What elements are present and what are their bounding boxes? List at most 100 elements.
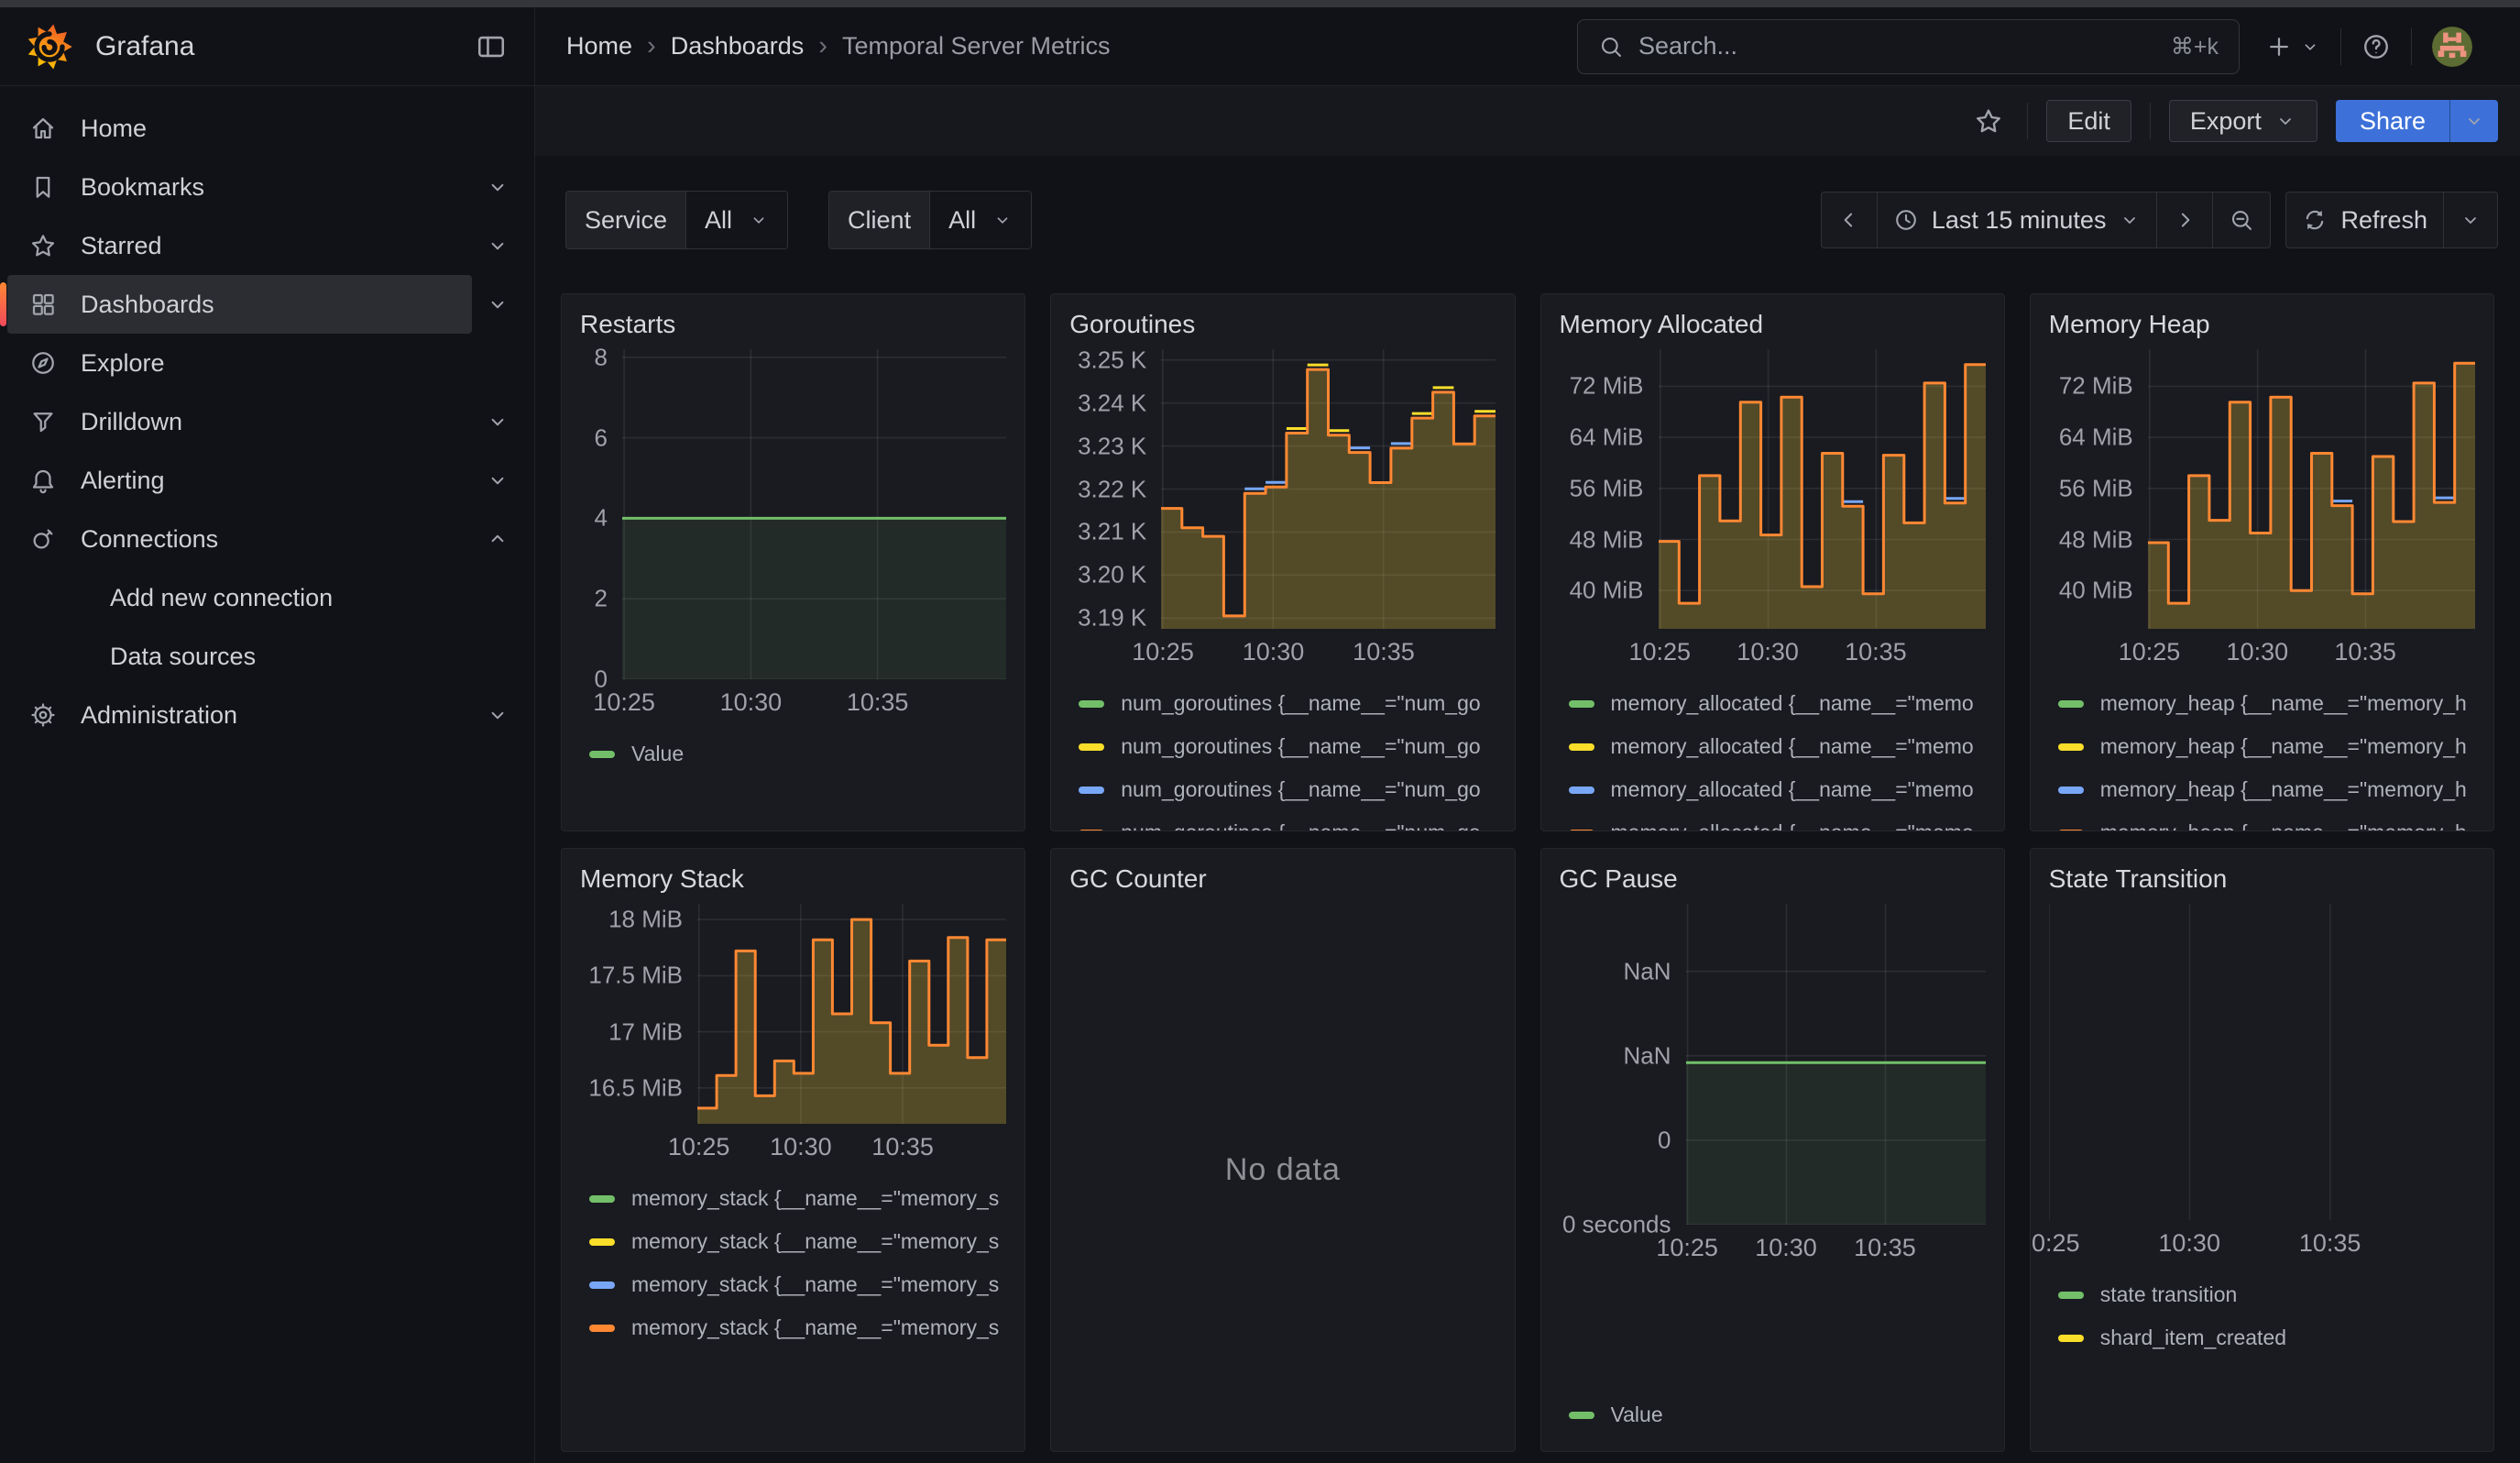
panel-title[interactable]: State Transition: [2049, 864, 2475, 895]
legend-series-label[interactable]: Value: [1611, 1402, 1663, 1427]
variable-client[interactable]: Client All: [828, 191, 1032, 249]
legend-series-label[interactable]: num_goroutines {__name__="num_go: [1121, 777, 1480, 802]
chart-plot-area[interactable]: [2148, 349, 2475, 629]
search-input[interactable]: Search... ⌘+k: [1577, 19, 2240, 74]
panel-title[interactable]: Goroutines: [1069, 309, 1496, 340]
panel-title[interactable]: Memory Heap: [2049, 309, 2475, 340]
edit-button[interactable]: Edit: [2046, 100, 2131, 142]
sidebar-link[interactable]: Bookmarks: [7, 158, 472, 216]
chart-plot-area[interactable]: [697, 904, 1006, 1124]
breadcrumb-separator: ›: [818, 31, 827, 61]
add-button[interactable]: [2265, 33, 2320, 60]
panel-title[interactable]: Memory Allocated: [1560, 309, 1986, 340]
panel-title[interactable]: Restarts: [580, 309, 1006, 340]
x-tick-label: 10:30: [2227, 638, 2289, 666]
legend-series-label[interactable]: shard_item_created: [2100, 1326, 2286, 1350]
share-button[interactable]: Share: [2336, 100, 2449, 142]
legend-series-label[interactable]: state transition: [2100, 1282, 2238, 1307]
legend-series-label[interactable]: memory_heap {__name__="memory_h: [2100, 777, 2467, 802]
panel-title[interactable]: GC Counter: [1069, 864, 1496, 895]
refresh-button[interactable]: Refresh: [2286, 192, 2443, 248]
chevron-down-icon[interactable]: [472, 279, 523, 330]
legend-series-label[interactable]: memory_allocated {__name__="memo: [1611, 691, 1974, 716]
legend-series-label[interactable]: num_goroutines {__name__="num_go: [1121, 820, 1480, 831]
legend-series-label[interactable]: memory_allocated {__name__="memo: [1611, 820, 1974, 831]
chevron-down-icon[interactable]: [472, 455, 523, 506]
sidebar-link[interactable]: Connections: [7, 510, 472, 568]
legend-series-label[interactable]: num_goroutines {__name__="num_go: [1121, 691, 1480, 716]
share-caret-button[interactable]: [2449, 100, 2498, 142]
legend-series-label[interactable]: memory_stack {__name__="memory_s: [631, 1315, 999, 1340]
breadcrumb-item[interactable]: Dashboards: [671, 32, 805, 60]
y-tick-label: 56 MiB: [1570, 474, 1644, 502]
dock-menu-toggle[interactable]: [470, 30, 512, 63]
y-tick-label: 0: [1658, 1126, 1671, 1154]
chart-plot-area[interactable]: [622, 349, 1006, 679]
legend-series-label[interactable]: memory_heap {__name__="memory_h: [2100, 820, 2467, 831]
favorite-star-button[interactable]: [1968, 106, 2009, 136]
chevron-down-icon[interactable]: [472, 689, 523, 741]
legend-series-label[interactable]: memory_stack {__name__="memory_s: [631, 1272, 999, 1297]
sidebar-link[interactable]: Data sources: [7, 627, 523, 686]
chevron-down-icon: [2119, 209, 2141, 231]
sidebar-link[interactable]: Alerting: [7, 451, 472, 510]
x-axis-labels: 10:2510:3010:35: [2049, 1220, 2475, 1264]
help-button[interactable]: [2361, 32, 2391, 61]
x-axis-labels: 10:2510:3010:35: [1659, 629, 1986, 673]
breadcrumb-item[interactable]: Home: [566, 32, 632, 60]
y-tick-label: 72 MiB: [2059, 372, 2133, 401]
panel-title[interactable]: Memory Stack: [580, 864, 1006, 895]
legend-series-label[interactable]: memory_stack {__name__="memory_s: [631, 1229, 999, 1254]
panel-title[interactable]: GC Pause: [1560, 864, 1986, 895]
variable-value[interactable]: All: [686, 192, 787, 248]
sidebar-link[interactable]: Starred: [7, 216, 472, 275]
sidebar-link[interactable]: Drilldown: [7, 392, 472, 451]
legend: memory_heap {__name__="memory_h memory_he…: [2049, 673, 2475, 831]
sidebar-item-explore: Explore: [0, 334, 534, 392]
time-range-button[interactable]: Last 15 minutes: [1877, 192, 2157, 248]
legend-series-label[interactable]: memory_stack {__name__="memory_s: [631, 1186, 999, 1211]
legend-series-label[interactable]: memory_heap {__name__="memory_h: [2100, 734, 2467, 759]
sidebar-item-label: Bookmarks: [81, 173, 204, 202]
legend-series-label[interactable]: memory_allocated {__name__="memo: [1611, 777, 1974, 802]
zoom-out-button[interactable]: [2212, 192, 2270, 248]
legend-series-label[interactable]: memory_allocated {__name__="memo: [1611, 734, 1974, 759]
legend-series-dash: [589, 1195, 615, 1203]
plus-icon: [2265, 33, 2293, 60]
avatar[interactable]: [2432, 27, 2472, 67]
sidebar-link[interactable]: Home: [7, 99, 523, 158]
chevron-down-icon[interactable]: [472, 220, 523, 271]
legend-item: state transition: [2058, 1273, 2475, 1316]
breadcrumb-separator: ›: [647, 31, 656, 61]
legend-item: memory_allocated {__name__="memo: [1569, 811, 1986, 831]
variable-label: Client: [829, 192, 930, 248]
x-tick-label: 10:35: [1845, 638, 1907, 666]
export-button[interactable]: Export: [2169, 100, 2317, 142]
variable-value[interactable]: All: [930, 192, 1031, 248]
legend-series-label[interactable]: num_goroutines {__name__="num_go: [1121, 734, 1480, 759]
sidebar-link[interactable]: Add new connection: [7, 568, 523, 627]
variable-service[interactable]: Service All: [565, 191, 788, 249]
breadcrumb-item: Temporal Server Metrics: [842, 32, 1111, 60]
chart-plot-area[interactable]: [1686, 904, 1986, 1225]
time-back-button[interactable]: [1822, 192, 1877, 248]
chart-plot-area[interactable]: [1161, 349, 1496, 629]
y-tick-label: 48 MiB: [2059, 525, 2133, 554]
refresh-interval-button[interactable]: [2443, 192, 2497, 248]
sidebar-link[interactable]: Administration: [7, 686, 472, 744]
legend-series-label[interactable]: Value: [631, 742, 684, 766]
legend-series-dash: [589, 1325, 615, 1332]
sidebar-link[interactable]: Explore: [7, 334, 523, 392]
chevron-down-icon[interactable]: [472, 161, 523, 213]
sidebar-link[interactable]: Dashboards: [7, 275, 472, 334]
legend-series-dash: [1079, 700, 1104, 708]
navbar-actions: [2240, 27, 2489, 67]
legend-series-label[interactable]: memory_heap {__name__="memory_h: [2100, 691, 2467, 716]
divider: [2340, 28, 2341, 65]
chevron-down-icon[interactable]: [472, 396, 523, 447]
chevron-up-icon[interactable]: [472, 513, 523, 565]
chart-plot-area[interactable]: [1659, 349, 1986, 629]
chart-plot-area[interactable]: [2049, 904, 2475, 1220]
connections-icon: [29, 525, 57, 553]
time-forward-button[interactable]: [2156, 192, 2212, 248]
